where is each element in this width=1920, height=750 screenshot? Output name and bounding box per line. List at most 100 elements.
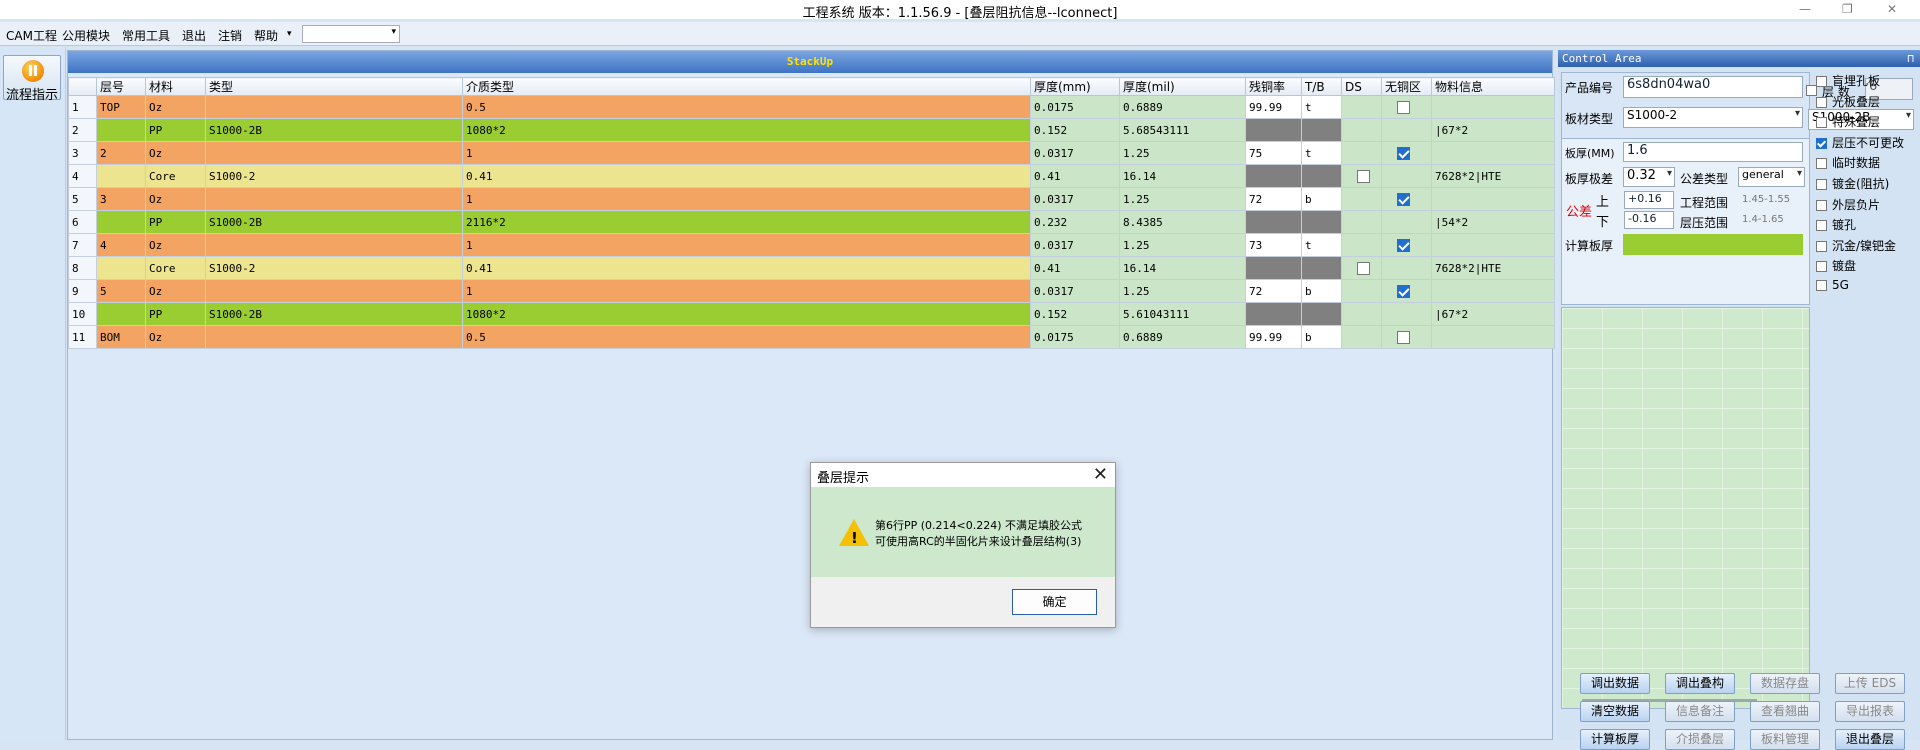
thickness-mm-cell[interactable]: 0.0317 — [1030, 279, 1120, 303]
dielectric-cell[interactable]: 1080*2 — [462, 302, 1031, 326]
checkbox-box[interactable] — [1816, 261, 1827, 273]
no-copper-cell[interactable] — [1381, 233, 1432, 257]
thickness-mil-cell[interactable]: 1.25 — [1119, 187, 1246, 211]
ds-cell[interactable] — [1341, 302, 1382, 326]
dielectric-cell[interactable]: 0.41 — [462, 164, 1031, 188]
row-number-cell[interactable]: 5 — [68, 187, 97, 211]
no-copper-checkbox[interactable] — [1397, 330, 1410, 344]
no-copper-cell[interactable] — [1381, 118, 1432, 142]
table-row[interactable]: 5 3 Oz 1 0.0317 1.25 72 b — [68, 187, 1555, 211]
no-copper-cell[interactable] — [1381, 141, 1432, 165]
column-header[interactable]: 介质类型 — [462, 77, 1031, 96]
no-copper-checkbox[interactable] — [1397, 146, 1410, 160]
menu-help[interactable]: 帮助 — [254, 27, 278, 44]
no-copper-cell[interactable] — [1381, 187, 1432, 211]
checkbox-box[interactable] — [1816, 96, 1827, 108]
layer-cell[interactable]: 4 — [96, 233, 146, 257]
material-cell[interactable]: Oz — [145, 187, 206, 211]
material-info-cell[interactable]: |54*2 — [1431, 210, 1555, 234]
upper-field[interactable]: +0.16 — [1624, 191, 1674, 209]
no-copper-cell[interactable] — [1381, 164, 1432, 188]
table-row[interactable]: 8 Core S1000-2 0.41 0.41 16.14 7628*2|HTE — [68, 256, 1555, 280]
row-number-cell[interactable]: 9 — [68, 279, 97, 303]
thickness-mm-cell[interactable]: 0.41 — [1030, 164, 1120, 188]
menu-cam[interactable]: CAM工程 — [6, 27, 57, 44]
tol-select[interactable]: 0.32 ▾ — [1623, 167, 1675, 187]
option-checkbox[interactable]: 镀盘 — [1816, 257, 1856, 274]
checkbox-box[interactable] — [1816, 76, 1827, 87]
no-copper-cell[interactable] — [1381, 95, 1432, 119]
thickness-mm-cell[interactable]: 0.0317 — [1030, 187, 1120, 211]
row-number-cell[interactable]: 7 — [68, 233, 97, 257]
row-number-cell[interactable]: 3 — [68, 141, 97, 165]
material-info-cell[interactable] — [1431, 187, 1555, 211]
no-copper-checkbox[interactable] — [1397, 192, 1410, 206]
material-cell[interactable]: PP — [145, 118, 206, 142]
dielectric-cell[interactable]: 2116*2 — [462, 210, 1031, 234]
thickness-mm-cell[interactable]: 0.152 — [1030, 118, 1120, 142]
row-number-cell[interactable]: 4 — [68, 164, 97, 188]
thickness-mm-cell[interactable]: 0.152 — [1030, 302, 1120, 326]
no-copper-cell[interactable] — [1381, 210, 1432, 234]
copper-rate-cell[interactable] — [1245, 210, 1302, 234]
no-copper-cell[interactable] — [1381, 256, 1432, 280]
material-info-cell[interactable] — [1431, 325, 1555, 349]
option-checkbox[interactable]: 外层负片 — [1816, 196, 1880, 213]
tb-cell[interactable] — [1301, 256, 1342, 280]
pin-icon[interactable]: ⊓ — [1907, 50, 1914, 67]
table-row[interactable]: 1 TOP Oz 0.5 0.0175 0.6889 99.99 t — [68, 95, 1555, 119]
row-number-cell[interactable]: 2 — [68, 118, 97, 142]
column-header[interactable]: 无铜区 — [1381, 77, 1432, 96]
copper-rate-cell[interactable] — [1245, 118, 1302, 142]
material-info-cell[interactable]: |67*2 — [1431, 302, 1555, 326]
layer-cell[interactable] — [96, 256, 146, 280]
layer-cell[interactable]: 2 — [96, 141, 146, 165]
checkbox-box[interactable] — [1816, 240, 1827, 252]
thickness-mil-cell[interactable]: 16.14 — [1119, 164, 1246, 188]
thickness-mm-cell[interactable]: 0.0317 — [1030, 233, 1120, 257]
material-info-cell[interactable] — [1431, 95, 1555, 119]
dialog-close-icon[interactable]: ✕ — [1093, 464, 1108, 485]
dielectric-cell[interactable]: 0.5 — [462, 95, 1031, 119]
lower-field[interactable]: -0.16 — [1624, 211, 1674, 229]
dialog-ok-button[interactable]: 确定 — [1012, 589, 1097, 615]
table-row[interactable]: 6 PP S1000-2B 2116*2 0.232 8.4385 |54*2 — [68, 210, 1555, 234]
tb-cell[interactable]: b — [1301, 279, 1342, 303]
type-cell[interactable] — [205, 233, 463, 257]
no-copper-cell[interactable] — [1381, 302, 1432, 326]
option-checkbox[interactable]: 沉金/镍钯金 — [1816, 237, 1896, 254]
material-cell[interactable]: Oz — [145, 233, 206, 257]
thickness-mil-cell[interactable]: 0.6889 — [1119, 325, 1246, 349]
layer-cell[interactable] — [96, 164, 146, 188]
menu-overflow-icon[interactable]: ▾ — [287, 29, 292, 39]
layer-cell[interactable] — [96, 118, 146, 142]
copper-rate-cell[interactable] — [1245, 164, 1302, 188]
no-copper-cell[interactable] — [1381, 325, 1432, 349]
option-checkbox[interactable]: 层压不可更改 — [1816, 134, 1904, 151]
control-button[interactable]: 清空数据 — [1580, 701, 1650, 722]
copper-rate-cell[interactable]: 99.99 — [1245, 95, 1302, 119]
layer-cell[interactable] — [96, 302, 146, 326]
dielectric-cell[interactable]: 0.41 — [462, 256, 1031, 280]
no-copper-checkbox[interactable] — [1397, 284, 1410, 298]
column-header[interactable]: 材料 — [145, 77, 206, 96]
thickness-mil-cell[interactable]: 1.25 — [1119, 279, 1246, 303]
material-cell[interactable]: PP — [145, 302, 206, 326]
control-button[interactable]: 调出数据 — [1580, 673, 1650, 694]
thick-field[interactable]: 1.6 — [1623, 142, 1803, 162]
material-cell[interactable]: Oz — [145, 279, 206, 303]
thickness-mil-cell[interactable]: 5.61043111 — [1119, 302, 1246, 326]
close-icon[interactable]: ✕ — [1887, 2, 1897, 16]
material-cell[interactable]: Core — [145, 164, 206, 188]
menu-common-tools[interactable]: 常用工具 — [122, 27, 170, 44]
row-number-cell[interactable]: 10 — [68, 302, 97, 326]
layer-cell[interactable]: 3 — [96, 187, 146, 211]
ds-cell[interactable] — [1341, 141, 1382, 165]
type-cell[interactable] — [205, 141, 463, 165]
type-cell[interactable]: S1000-2B — [205, 118, 463, 142]
tb-cell[interactable]: t — [1301, 233, 1342, 257]
dielectric-cell[interactable]: 1 — [462, 279, 1031, 303]
column-header[interactable]: 层号 — [96, 77, 146, 96]
thickness-mil-cell[interactable]: 8.4385 — [1119, 210, 1246, 234]
control-button[interactable]: 上传 EDS — [1835, 673, 1905, 694]
